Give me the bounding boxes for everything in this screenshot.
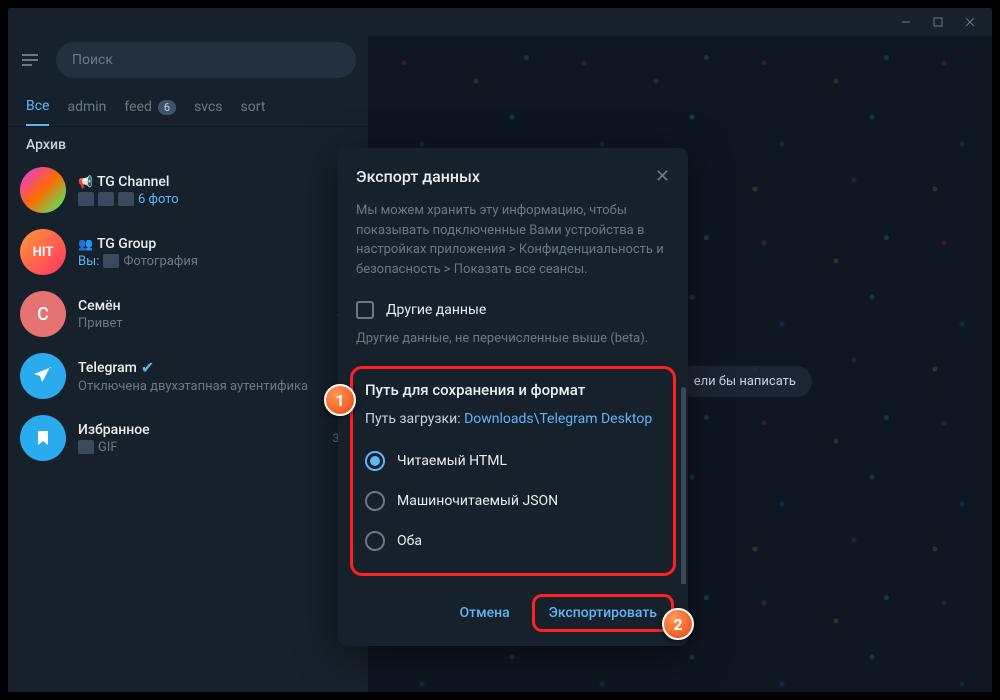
subtitle-text: Фотография [123, 254, 198, 269]
avatar: HIT [20, 229, 66, 275]
close-icon[interactable]: ✕ [655, 166, 670, 187]
tab-sort[interactable]: sort [241, 92, 266, 126]
tab-label: admin [67, 99, 106, 115]
download-path-row[interactable]: Путь загрузки: Downloads\Telegram Deskto… [361, 411, 665, 441]
chat-item[interactable]: 📢 TG Channel 6 фото [8, 159, 368, 221]
checkbox[interactable] [356, 301, 374, 319]
avatar: С [20, 291, 66, 337]
chat-content: 📢 TG Channel 6 фото [78, 174, 356, 207]
chat-item[interactable]: Telegram ✔ Отключена двухэтапная аутенти… [8, 345, 368, 407]
chat-subtitle: 6 фото [78, 192, 356, 207]
scrollbar-thumb[interactable] [681, 387, 686, 584]
modal-body: Мы можем хранить эту информацию, чтобы п… [338, 197, 688, 584]
tab-label: Все [26, 98, 49, 114]
modal-description: Мы можем хранить эту информацию, чтобы п… [338, 197, 688, 293]
chat-title: TG Channel [97, 174, 169, 190]
modal-title: Экспорт данных [356, 167, 480, 186]
archive-header: Архив [8, 127, 368, 159]
path-format-section: Путь для сохранения и формат Путь загруз… [350, 366, 676, 576]
tab-label: sort [241, 99, 266, 115]
tab-all[interactable]: Все [26, 92, 49, 126]
chat-title: Семён [78, 298, 121, 314]
photo-thumb [118, 192, 134, 206]
chat-list: 📢 TG Channel 6 фото HIT [8, 159, 368, 692]
maximize-button[interactable] [922, 12, 954, 32]
chat-content: Семён Привет [78, 298, 324, 331]
chat-subtitle: GIF [78, 440, 321, 455]
megaphone-icon: 📢 [78, 175, 93, 189]
group-icon: 👥 [78, 237, 93, 251]
subtitle-text: GIF [98, 440, 118, 455]
photo-thumb [103, 254, 119, 268]
chat-content: Избранное GIF [78, 422, 321, 455]
chat-item[interactable]: Избранное GIF 31.1 [8, 407, 368, 469]
chat-subtitle: Привет [78, 316, 324, 331]
tab-badge: 6 [158, 100, 176, 115]
tab-admin[interactable]: admin [67, 92, 106, 126]
radio-label: Читаемый HTML [397, 453, 507, 469]
photo-thumb [78, 192, 94, 206]
close-button[interactable] [954, 12, 986, 32]
you-prefix: Вы: [78, 254, 99, 269]
chat-title: Telegram [78, 360, 137, 376]
callout-two: 2 [662, 608, 694, 640]
avatar [20, 167, 66, 213]
path-value[interactable]: Downloads\Telegram Desktop [464, 411, 652, 427]
checkbox-label: Другие данные [386, 302, 486, 318]
tab-label: feed [124, 99, 151, 115]
menu-icon[interactable] [20, 53, 40, 67]
other-data-description: Другие данные, не перечисленные выше (be… [338, 327, 688, 362]
radio-html[interactable]: Читаемый HTML [361, 441, 665, 481]
chat-title: Избранное [78, 422, 150, 438]
minimize-button[interactable] [890, 12, 922, 32]
export-dialog: Экспорт данных ✕ Мы можем хранить эту ин… [338, 148, 688, 646]
radio-both[interactable]: Оба [361, 521, 665, 561]
search-input[interactable] [56, 42, 356, 78]
chat-subtitle: Отключена двухэтапная аутентифика [78, 379, 356, 394]
export-button[interactable]: Экспортировать [532, 594, 674, 632]
radio[interactable] [365, 451, 385, 471]
photo-count: 6 фото [138, 192, 179, 207]
other-data-checkbox-row[interactable]: Другие данные [338, 293, 688, 327]
chat-subtitle: Вы: Фотография [78, 254, 356, 269]
app-body: Все admin feed 6 svcs sort Архив 📢 TG Cha… [8, 36, 992, 692]
photo-thumb [98, 192, 114, 206]
radio-json[interactable]: Машиночитаемый JSON [361, 481, 665, 521]
path-label: Путь загрузки: [365, 411, 464, 427]
modal-header: Экспорт данных ✕ [338, 166, 688, 197]
avatar [20, 415, 66, 461]
chat-title: TG Group [97, 236, 156, 252]
radio[interactable] [365, 531, 385, 551]
folder-tabs: Все admin feed 6 svcs sort [8, 84, 368, 127]
chat-item[interactable]: С Семён Привет ✓✓ [8, 283, 368, 345]
cancel-button[interactable]: Отмена [445, 594, 523, 632]
search-row [8, 36, 368, 84]
chat-content: 👥 TG Group Вы: Фотография [78, 236, 356, 269]
callout-one: 1 [324, 384, 356, 416]
modal-actions: Отмена Экспортировать [338, 584, 688, 632]
tab-svcs[interactable]: svcs [194, 92, 222, 126]
radio-label: Машиночитаемый JSON [397, 493, 558, 509]
verified-icon: ✔ [141, 358, 154, 377]
scrollbar[interactable] [681, 207, 686, 524]
titlebar [8, 8, 992, 36]
chat-item[interactable]: HIT 👥 TG Group Вы: Фотография [8, 221, 368, 283]
app-window: Все admin feed 6 svcs sort Архив 📢 TG Cha… [8, 8, 992, 692]
sidebar: Все admin feed 6 svcs sort Архив 📢 TG Cha… [8, 36, 368, 692]
tab-feed[interactable]: feed 6 [124, 92, 176, 126]
gif-thumb [78, 440, 94, 454]
section-title: Путь для сохранения и формат [361, 381, 665, 399]
radio-label: Оба [397, 533, 422, 549]
avatar [20, 353, 66, 399]
hint-pill: ели бы написать [678, 366, 812, 397]
radio[interactable] [365, 491, 385, 511]
chat-content: Telegram ✔ Отключена двухэтапная аутенти… [78, 358, 356, 394]
tab-label: svcs [194, 99, 222, 115]
